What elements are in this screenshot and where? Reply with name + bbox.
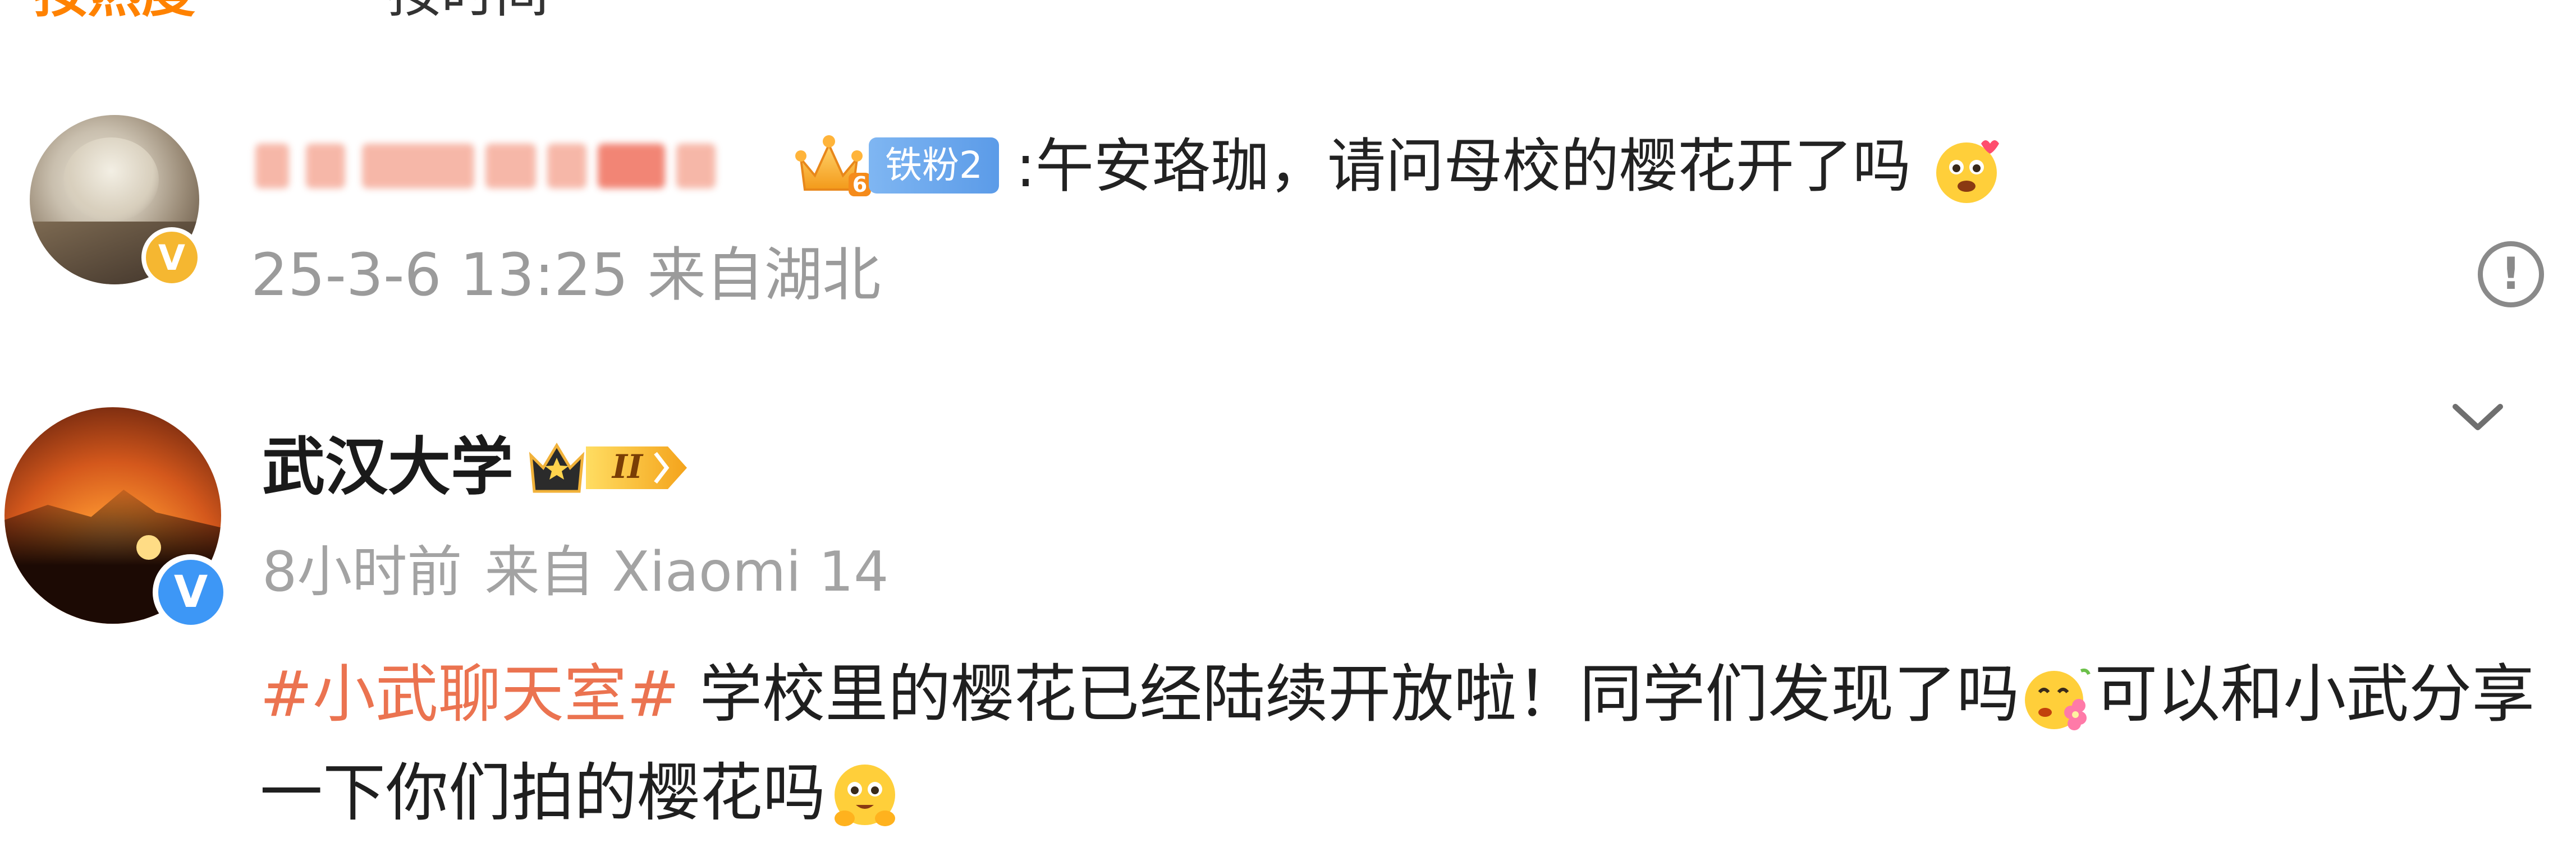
- hashtag-link[interactable]: #小武聊天室#: [260, 658, 680, 731]
- post-body-text-tail: 可以和小武分享: [2094, 658, 2535, 731]
- post-body: #小武聊天室# 学校里的樱花已经陆续开放啦！同学们发现了吗 可以和小武分享 一下…: [260, 645, 2561, 842]
- username-blurred[interactable]: [255, 135, 760, 191]
- comment-location: 来自湖北: [647, 241, 881, 309]
- avatar-figure: [63, 137, 159, 222]
- post-time-ago: 8小时前: [262, 540, 462, 604]
- sort-by-time-tab[interactable]: 按时间: [387, 0, 549, 20]
- comment-timestamp: 25-3-6 13:25: [251, 241, 629, 309]
- fan-level-badge[interactable]: 铁粉2: [869, 137, 999, 194]
- report-icon[interactable]: !: [2478, 241, 2544, 307]
- comment-meta: 25-3-6 13:25 来自湖北: [251, 241, 881, 309]
- author-name[interactable]: 武汉大学: [262, 425, 514, 509]
- post-body-text: 学校里的樱花已经陆续开放啦！同学们发现了吗: [679, 658, 2020, 731]
- post-source: 来自 Xiaomi 14: [484, 540, 889, 604]
- comment-text-content: :午安珞珈，请问母校的樱花开了吗: [1016, 132, 1912, 200]
- verified-blue-badge-icon: V: [153, 554, 229, 630]
- chevron-down-icon[interactable]: [2450, 398, 2506, 438]
- hug-emoji-icon: [835, 765, 895, 827]
- avatar-lantern: [136, 535, 161, 560]
- sort-bar: 按热度 按时间: [0, 0, 2576, 20]
- comment-text: :午安珞珈，请问母校的樱花开了吗: [1016, 127, 2008, 210]
- vip-level-label: II: [611, 448, 644, 486]
- vip-crown-badge-icon[interactable]: II: [528, 433, 690, 500]
- flower-emoji-icon: [2025, 669, 2091, 731]
- crown-level-label: 6: [852, 172, 867, 197]
- post-body-line: #小武聊天室# 学校里的樱花已经陆续开放啦！同学们发现了吗 可以和小武分享: [260, 645, 2561, 744]
- heart-eyes-emoji-icon: [1936, 140, 2000, 203]
- post-body-text-line2: 一下你们拍的樱花吗: [260, 757, 826, 830]
- sort-by-hot-tab[interactable]: 按热度: [34, 0, 195, 20]
- post-body-line: 一下你们拍的樱花吗: [260, 744, 2561, 842]
- post-meta: 8小时前 来自 Xiaomi 14: [262, 538, 888, 606]
- verified-gold-badge-icon: V: [141, 227, 202, 288]
